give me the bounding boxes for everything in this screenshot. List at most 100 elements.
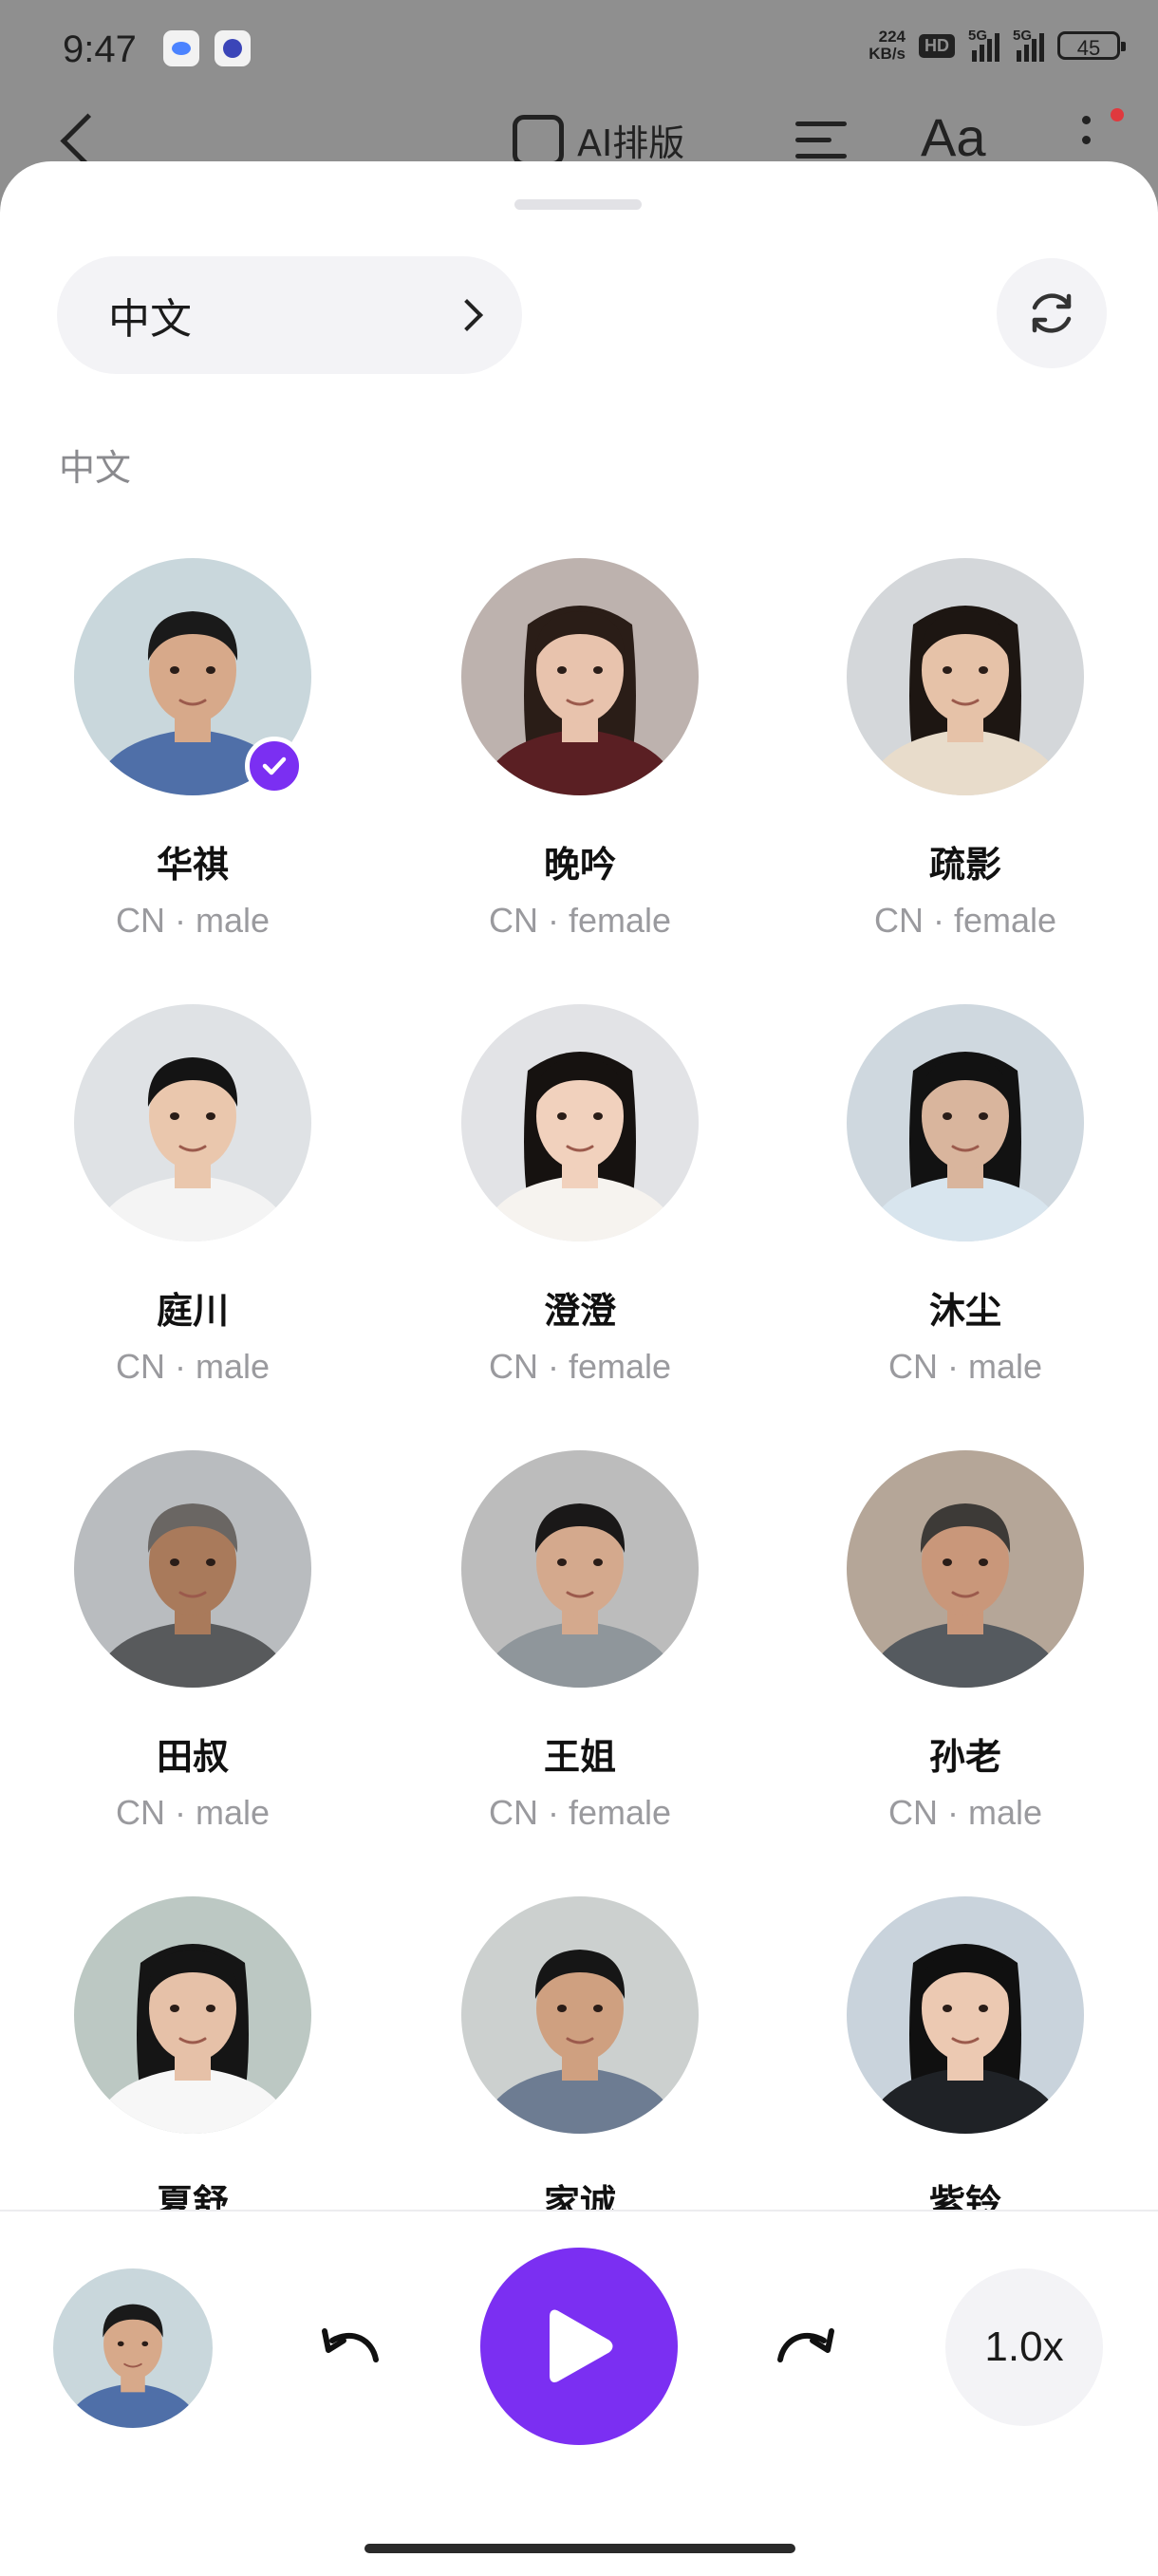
voice-region: CN — [488, 901, 538, 940]
voice-option[interactable]: 华祺 CN · male — [0, 558, 385, 941]
voice-option[interactable]: 紫铃 — [773, 1896, 1158, 2226]
status-indicators: 224 KB/s HD 5G 5G 45 — [868, 28, 1126, 63]
voice-region: CN — [488, 1347, 538, 1386]
voice-avatar — [461, 1896, 699, 2134]
voice-region: CN — [115, 1793, 165, 1832]
ai-layout-label: AI排版 — [577, 122, 685, 164]
play-icon — [550, 2309, 613, 2382]
voice-meta: CN · male — [0, 1793, 385, 1833]
status-time: 9:47 — [63, 28, 137, 70]
voice-meta: CN · female — [387, 1347, 773, 1387]
voice-gender: female — [568, 901, 672, 940]
voice-meta: CN · male — [0, 1347, 385, 1387]
playback-speed-button[interactable]: 1.0x — [945, 2268, 1103, 2426]
language-selector-label: 中文 — [108, 295, 192, 344]
meta-separator: · — [937, 1347, 968, 1386]
sparkle-box-icon — [513, 114, 564, 166]
voice-avatar — [461, 1450, 699, 1688]
voice-region: CN — [887, 1793, 938, 1832]
notification-app-icon — [163, 30, 199, 66]
voice-region: CN — [887, 1347, 938, 1386]
voice-option[interactable]: 田叔 CN · male — [0, 1450, 385, 1833]
refresh-icon — [1032, 293, 1072, 333]
check-icon — [245, 737, 304, 795]
voice-name: 沐尘 — [928, 1290, 1001, 1332]
meta-separator: · — [537, 1347, 569, 1386]
voice-avatar — [847, 1450, 1084, 1688]
voice-meta: CN · female — [773, 901, 1158, 941]
network-speed: 224 KB/s — [868, 28, 906, 63]
meta-separator: · — [164, 1347, 196, 1386]
voice-avatar — [847, 1004, 1084, 1241]
signal-label: 5G — [968, 28, 988, 44]
voice-meta: CN · male — [0, 901, 385, 941]
meta-separator: · — [164, 901, 196, 940]
refresh-button[interactable] — [997, 258, 1107, 368]
voice-region: CN — [115, 1347, 165, 1386]
voice-name: 疏影 — [928, 844, 1001, 886]
voice-option[interactable]: 孙老 CN · male — [773, 1450, 1158, 1833]
signal-label: 5G — [1013, 28, 1033, 44]
battery-icon: 45 — [1057, 31, 1126, 60]
home-indicator[interactable] — [364, 2544, 795, 2553]
voice-meta: CN · female — [387, 1793, 773, 1833]
voice-avatar — [461, 1004, 699, 1241]
voice-option[interactable]: 澄澄 CN · female — [387, 1004, 773, 1387]
voice-option[interactable]: 疏影 CN · female — [773, 558, 1158, 941]
meta-separator: · — [537, 901, 569, 940]
voice-gender: female — [568, 1347, 672, 1386]
back-icon[interactable] — [60, 113, 116, 169]
voice-gender: female — [953, 901, 1057, 940]
voice-meta: CN · male — [773, 1793, 1158, 1833]
voice-option[interactable]: 晚吟 CN · female — [387, 558, 773, 941]
voice-avatar — [74, 1896, 311, 2134]
font-size-button[interactable]: Aa — [921, 106, 986, 168]
voice-avatar — [847, 1896, 1084, 2134]
voice-region: CN — [488, 1793, 538, 1832]
voice-option[interactable]: 庭川 CN · male — [0, 1004, 385, 1387]
meta-separator: · — [923, 901, 954, 940]
signal-icon: 5G — [968, 28, 999, 62]
ai-layout-button[interactable]: AI排版 — [513, 114, 684, 166]
voice-gender: male — [967, 1347, 1043, 1386]
notification-app-icon — [215, 30, 251, 66]
voice-meta: CN · female — [387, 901, 773, 941]
voice-name: 华祺 — [156, 844, 229, 886]
voice-region: CN — [115, 901, 165, 940]
network-speed-unit: KB/s — [868, 45, 906, 63]
voice-name: 澄澄 — [543, 1290, 616, 1332]
voice-option[interactable]: 沐尘 CN · male — [773, 1004, 1158, 1387]
more-vertical-icon[interactable] — [1082, 116, 1091, 156]
signal-icon: 5G — [1013, 28, 1044, 62]
meta-separator: · — [164, 1793, 196, 1832]
chevron-right-icon — [451, 299, 483, 331]
forward-icon[interactable] — [767, 2316, 843, 2377]
rewind-icon[interactable] — [313, 2316, 389, 2377]
voice-name: 庭川 — [156, 1290, 229, 1332]
voice-option[interactable]: 王姐 CN · female — [387, 1450, 773, 1833]
section-title: 中文 — [59, 447, 132, 489]
voice-gender: female — [568, 1793, 672, 1832]
language-selector[interactable]: 中文 — [57, 256, 522, 374]
meta-separator: · — [537, 1793, 569, 1832]
play-button[interactable] — [480, 2248, 678, 2445]
meta-separator: · — [937, 1793, 968, 1832]
voice-name: 王姐 — [543, 1736, 616, 1778]
notification-dot — [1111, 108, 1124, 121]
voice-avatar — [74, 1004, 311, 1241]
voice-option[interactable]: 夏舒 — [0, 1896, 385, 2226]
voice-name: 田叔 — [156, 1736, 229, 1778]
voice-meta: CN · male — [773, 1347, 1158, 1387]
voice-gender: male — [195, 1347, 271, 1386]
sheet-grabber[interactable] — [514, 199, 642, 210]
network-speed-value: 224 — [878, 28, 906, 46]
current-voice-avatar[interactable] — [53, 2268, 213, 2428]
voice-region: CN — [873, 901, 924, 940]
hd-badge: HD — [919, 33, 955, 58]
voice-gender: male — [967, 1793, 1043, 1832]
voice-avatar — [461, 558, 699, 795]
player-bar: 1.0x — [0, 2210, 1158, 2576]
voice-gender: male — [195, 901, 271, 940]
voice-option[interactable]: 家诚 — [387, 1896, 773, 2226]
voice-avatar — [847, 558, 1084, 795]
